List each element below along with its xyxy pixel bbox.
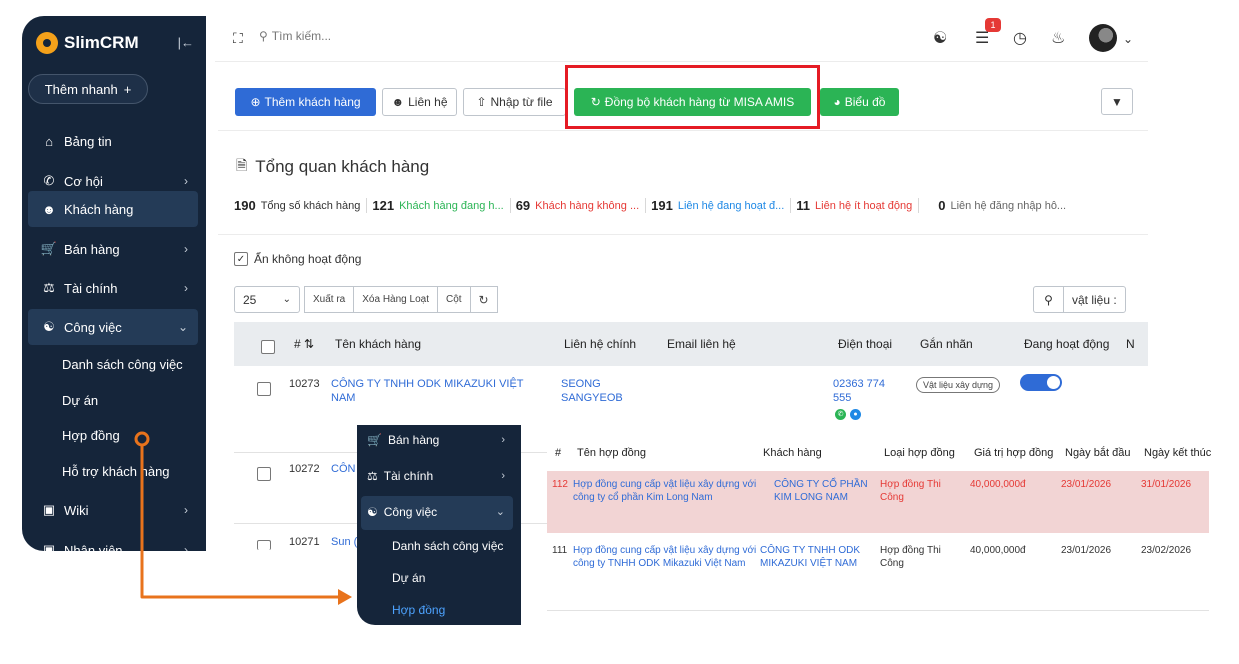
connector-arrow <box>134 431 352 605</box>
screenshot-stage: SlimCRM |← Thêm nhanh + ⌂ Bảng tin ✆ Cơ … <box>0 0 1239 664</box>
